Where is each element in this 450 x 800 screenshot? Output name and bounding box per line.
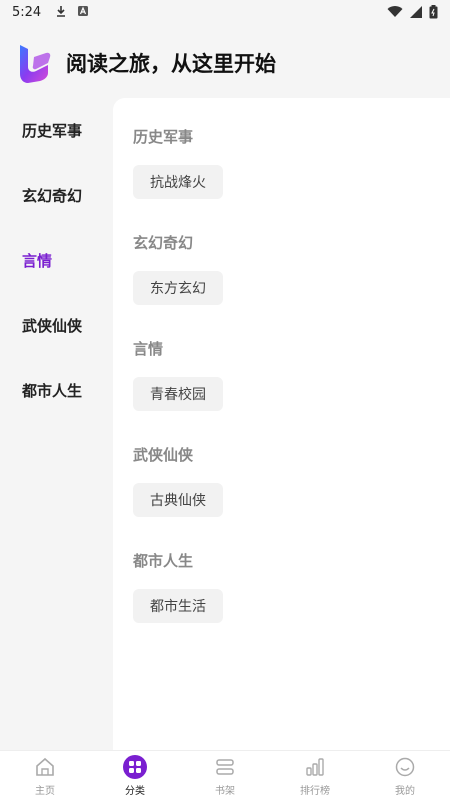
status-right bbox=[387, 5, 438, 19]
subcategory-chip[interactable]: 东方玄幻 bbox=[133, 271, 223, 305]
tab-label: 书架 bbox=[215, 785, 235, 797]
ranking-icon bbox=[303, 755, 327, 779]
download-icon bbox=[55, 5, 67, 20]
section-title: 都市人生 bbox=[133, 552, 194, 570]
tab-ranking[interactable]: 排行榜 bbox=[270, 751, 360, 800]
app-header: 阅读之旅，从这里开始 bbox=[0, 38, 450, 88]
sidebar-item-label: 都市人生 bbox=[22, 382, 83, 400]
category-content-panel: 历史军事 抗战烽火 玄幻奇幻 东方玄幻 言情 青春校园 武侠仙侠 古典仙侠 都市… bbox=[113, 98, 450, 750]
subcategory-chip[interactable]: 青春校园 bbox=[133, 377, 223, 411]
sidebar-item-urban[interactable]: 都市人生 bbox=[0, 358, 113, 423]
category-icon bbox=[123, 754, 147, 779]
category-section: 都市人生 都市生活 bbox=[133, 550, 223, 623]
sidebar-item-fantasy[interactable]: 玄幻奇幻 bbox=[0, 163, 113, 228]
category-section: 言情 青春校园 bbox=[133, 338, 223, 411]
profile-icon bbox=[393, 755, 417, 779]
sidebar-item-label: 历史军事 bbox=[22, 122, 83, 140]
sidebar-item-label: 武侠仙侠 bbox=[22, 317, 83, 335]
section-title: 玄幻奇幻 bbox=[133, 234, 194, 252]
category-section: 历史军事 抗战烽火 bbox=[133, 126, 223, 199]
signal-icon bbox=[409, 6, 423, 18]
tab-category[interactable]: 分类 bbox=[90, 751, 180, 800]
app-logo-icon bbox=[16, 43, 52, 83]
category-section: 玄幻奇幻 东方玄幻 bbox=[133, 232, 223, 305]
tab-home[interactable]: 主页 bbox=[0, 751, 90, 800]
tab-label: 主页 bbox=[35, 785, 55, 797]
sidebar-item-wuxia[interactable]: 武侠仙侠 bbox=[0, 293, 113, 358]
section-title: 武侠仙侠 bbox=[133, 446, 194, 464]
page-title: 阅读之旅，从这里开始 bbox=[66, 52, 276, 76]
status-bar: 5:24 bbox=[0, 0, 450, 24]
wifi-icon bbox=[387, 6, 403, 18]
sidebar-item-label: 玄幻奇幻 bbox=[22, 187, 83, 205]
tab-label: 排行榜 bbox=[300, 785, 330, 797]
bookshelf-icon bbox=[213, 755, 237, 779]
category-section: 武侠仙侠 古典仙侠 bbox=[133, 444, 223, 517]
sidebar-item-romance[interactable]: 言情 bbox=[0, 228, 113, 293]
keyboard-indicator-icon bbox=[77, 5, 89, 20]
category-sidebar: 历史军事 玄幻奇幻 言情 武侠仙侠 都市人生 bbox=[0, 98, 113, 748]
battery-icon bbox=[429, 5, 438, 19]
sidebar-item-label: 言情 bbox=[22, 252, 53, 270]
tab-bookshelf[interactable]: 书架 bbox=[180, 751, 270, 800]
bottom-tab-bar: 主页 分类 书架 排行榜 我的 bbox=[0, 750, 450, 800]
home-icon bbox=[33, 755, 57, 779]
subcategory-chip[interactable]: 都市生活 bbox=[133, 589, 223, 623]
sidebar-item-history-military[interactable]: 历史军事 bbox=[0, 98, 113, 163]
tab-profile[interactable]: 我的 bbox=[360, 751, 450, 800]
tab-label: 我的 bbox=[395, 785, 415, 797]
subcategory-chip[interactable]: 古典仙侠 bbox=[133, 483, 223, 517]
subcategory-chip[interactable]: 抗战烽火 bbox=[133, 165, 223, 199]
tab-label: 分类 bbox=[125, 785, 145, 797]
section-title: 言情 bbox=[133, 340, 164, 358]
status-time: 5:24 bbox=[12, 4, 42, 20]
section-title: 历史军事 bbox=[133, 128, 194, 146]
